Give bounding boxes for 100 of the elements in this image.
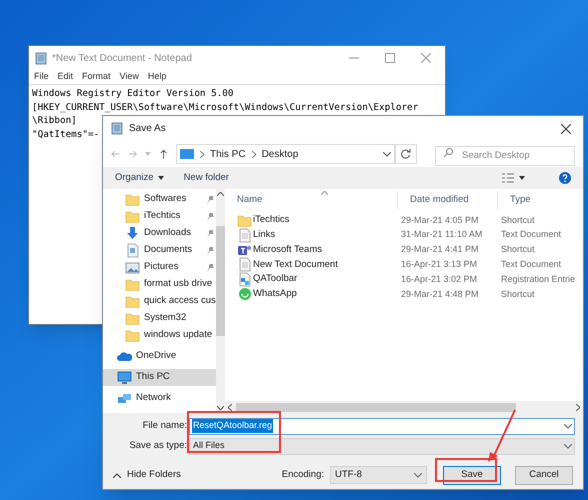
scrollbar-thumb[interactable] [236, 402, 516, 412]
sidebar-item[interactable]: This PC [103, 369, 216, 386]
folder-icon [125, 328, 140, 343]
column-header[interactable]: Type [497, 191, 583, 209]
file-name[interactable]: WhatsApp [253, 287, 297, 302]
window-title: *New Text Document - Notepad [52, 52, 192, 66]
text-line: Windows Registry Editor Version 5.00 [32, 87, 234, 100]
up-arrow-icon [158, 149, 168, 159]
column-header[interactable]: Name [225, 191, 397, 209]
sidebar-item[interactable]: System32 [103, 310, 216, 327]
maximize-icon [385, 53, 395, 63]
file-name[interactable]: New Text Document [253, 258, 338, 272]
dropdown-chevron-icon [414, 472, 422, 478]
close-icon [421, 53, 431, 63]
menu-item[interactable]: Help [148, 70, 166, 84]
sidebar-item[interactable]: quick access cus [103, 293, 216, 310]
caret-icon [519, 176, 525, 180]
scroll-right-icon [576, 404, 580, 410]
chat-bubble-icon [237, 286, 252, 302]
folder-icon [125, 209, 140, 224]
date-cell-text: 29-Mar-21 4:48 PM [400, 288, 480, 301]
text-file-icon [237, 228, 252, 243]
sidebar-item[interactable]: Network [103, 390, 216, 407]
text-line: "QatItems"=- [32, 128, 100, 141]
folder-icon [125, 277, 140, 292]
menu-item[interactable]: File [34, 70, 49, 84]
toolbar-button[interactable]: New folder [184, 170, 229, 186]
dropdown-chevron-icon [382, 152, 391, 156]
folder-icon [237, 212, 252, 228]
network-icon [117, 391, 132, 406]
scrollbar-thumb[interactable] [216, 226, 225, 336]
save-type-dropdown[interactable]: All Files [189, 438, 575, 454]
hide-folders-button[interactable]: Hide Folders [113, 468, 181, 482]
encoding-dropdown[interactable]: UTF-8 [330, 466, 427, 484]
type-cell-text: Text Document [500, 258, 562, 272]
computer-icon [180, 148, 194, 160]
file-name[interactable]: QAToolbar [253, 272, 298, 287]
file-name[interactable]: iTechtics [253, 213, 290, 228]
date-cell-text: 31-Mar-21 11:10 AM [400, 228, 484, 242]
breadcrumb-item[interactable]: Desktop [262, 146, 298, 162]
sidebar-item[interactable]: windows update [103, 327, 216, 344]
download-arrow-icon [125, 226, 140, 241]
type-cell-text: Shortcut [500, 214, 536, 227]
help-icon [559, 172, 571, 184]
date-cell-text: 16-Apr-21 3:02 PM [400, 272, 478, 286]
sidebar-item[interactable]: Documents [103, 242, 216, 259]
notepad-icon [35, 52, 47, 64]
type-cell-text: Registration Entrie [500, 272, 576, 286]
file-name[interactable]: Microsoft Teams [253, 242, 322, 258]
search-field[interactable]: Search Desktop [435, 146, 576, 166]
computer-icon [117, 370, 132, 385]
chevron-up-icon [113, 472, 121, 478]
scroll-up-icon [216, 192, 224, 196]
picture-icon [125, 260, 140, 275]
text-line: \Ribbon] [32, 114, 77, 128]
sidebar-item[interactable]: Pictures [103, 259, 216, 276]
date-cell-text: 16-Apr-21 3:13 PM [400, 258, 478, 272]
menu-item[interactable]: Format [82, 70, 111, 84]
highlight-box [435, 458, 497, 482]
dialog-title: Save As [129, 122, 166, 136]
dropdown-chevron-icon [564, 444, 572, 448]
encoding-label: Encoding: [282, 468, 324, 482]
column-header[interactable]: Date modified [397, 191, 497, 209]
text-file-icon [237, 257, 252, 272]
horizontal-scrollbar[interactable] [225, 401, 583, 413]
refresh-icon [400, 149, 411, 159]
address-bar[interactable]: This PC Desktop [176, 144, 395, 164]
sidebar-item[interactable]: iTechtics [103, 208, 216, 225]
sidebar-item[interactable]: Downloads [103, 225, 216, 242]
folder-icon [125, 192, 140, 207]
scrollbar[interactable] [216, 189, 225, 413]
type-cell-text: Shortcut [500, 288, 536, 301]
forward-arrow-icon [128, 149, 138, 159]
file-name-field[interactable]: ResetQAtoolbar.reg [189, 418, 575, 434]
dropdown-caret-icon [145, 152, 151, 156]
dropdown-chevron-icon [564, 424, 572, 428]
chevron-right-icon [252, 150, 256, 158]
dialog-button[interactable]: Cancel [515, 466, 573, 484]
refresh-button[interactable] [394, 144, 418, 164]
search-icon [444, 148, 454, 157]
notepad-icon [111, 122, 123, 135]
sidebar-item[interactable]: Softwares [103, 191, 216, 208]
close-icon [561, 124, 571, 134]
sidebar-item[interactable]: format usb drive [103, 276, 216, 293]
menu-item[interactable]: Edit [58, 70, 74, 84]
sidebar-item[interactable]: OneDrive [103, 348, 216, 365]
menu-item[interactable]: View [120, 70, 139, 84]
type-cell-text: Shortcut [500, 243, 536, 256]
scroll-down-icon [216, 406, 224, 410]
field-label: File name: [142, 418, 188, 433]
text-line: [HKEY_CURRENT_USER\Software\Microsoft\Windows\CurrentVersion\Explorer [32, 100, 418, 114]
breadcrumb-item[interactable]: This PC [210, 146, 246, 162]
toolbar-button[interactable]: Organize [115, 170, 164, 186]
chevron-right-icon [200, 150, 204, 158]
sort-caret-icon [321, 191, 328, 195]
scroll-left-icon [228, 404, 232, 410]
view-options-button[interactable] [502, 173, 525, 183]
file-name[interactable]: Links [253, 228, 276, 242]
caret-icon [158, 176, 164, 180]
back-arrow-icon [111, 149, 120, 159]
